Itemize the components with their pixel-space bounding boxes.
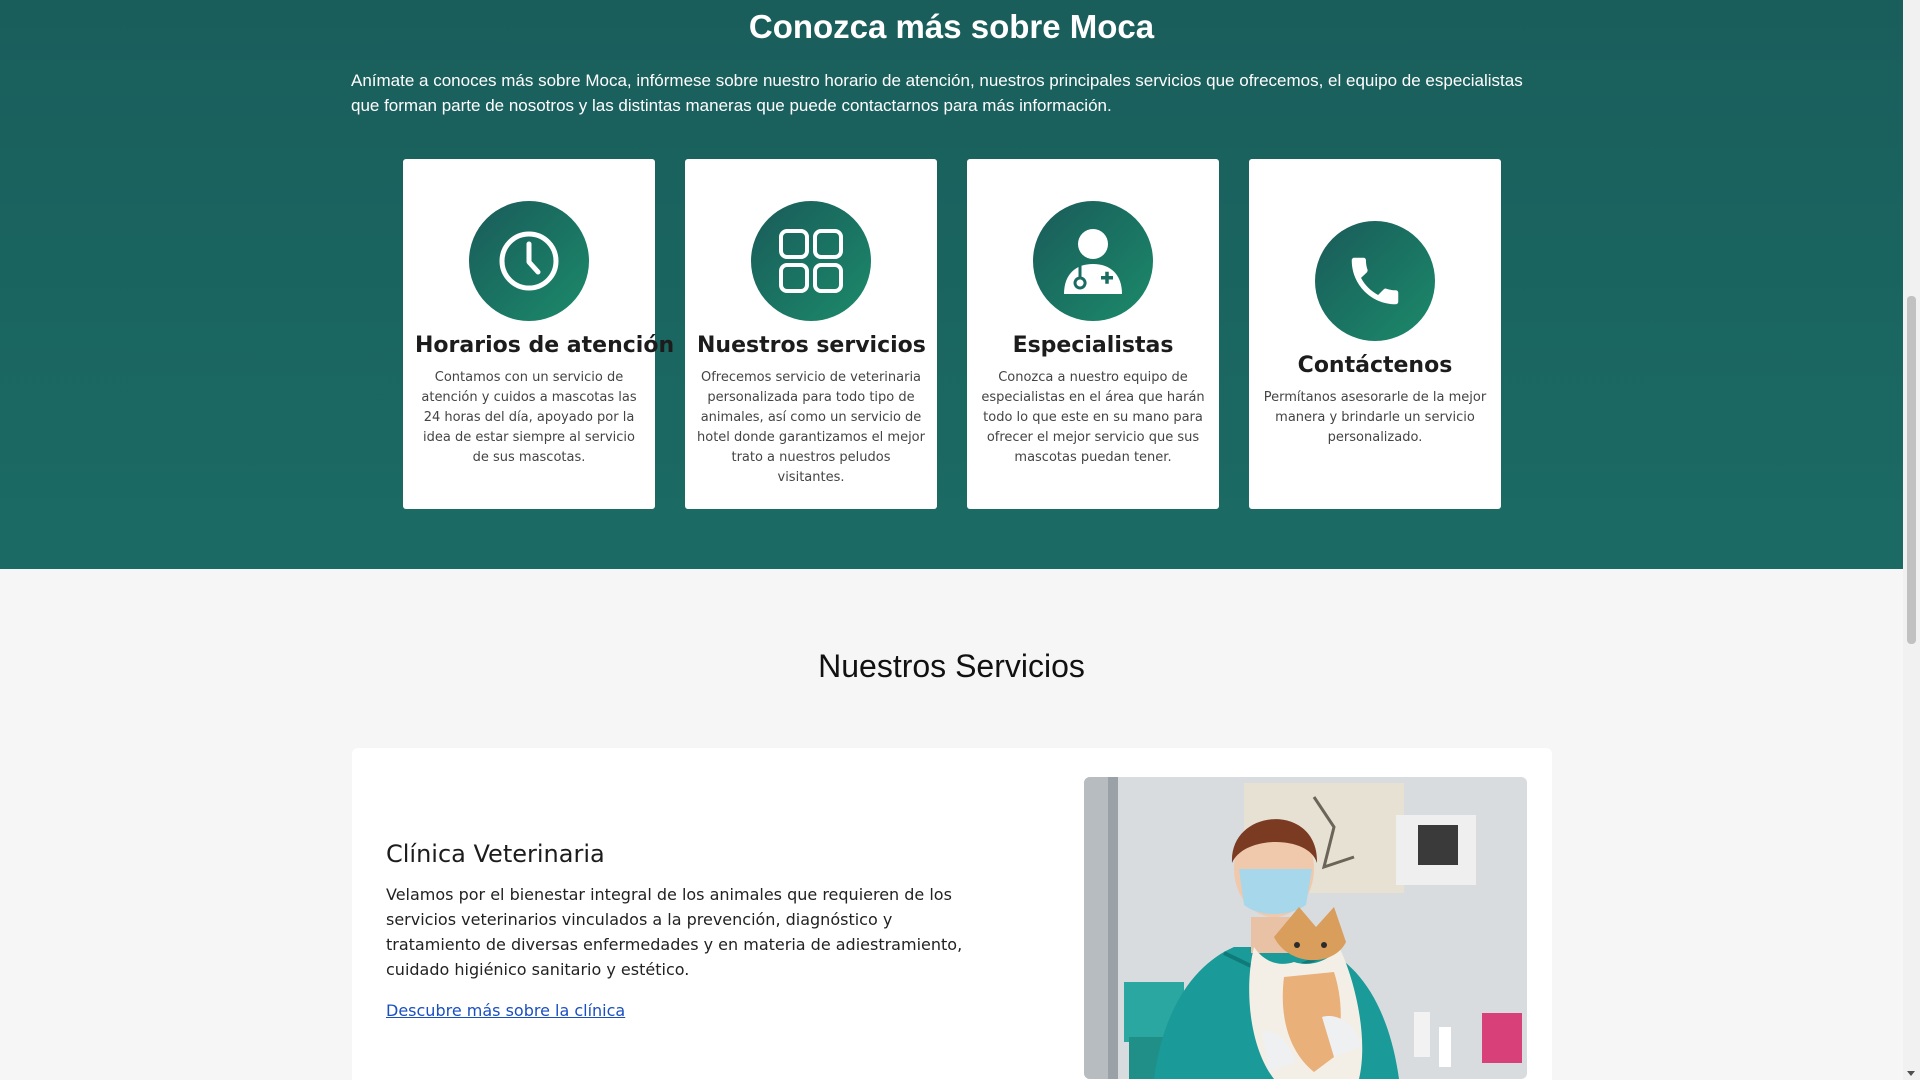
about-section: Conozca más sobre Moca Anímate a conoces… [0, 0, 1903, 569]
card-text: Permítanos asesorarle de la mejor manera… [1263, 390, 1487, 445]
about-title: Conozca más sobre Moca [748, 8, 1155, 45]
card-title: Nuestros servicios [697, 333, 926, 358]
services-title: Nuestros Servicios [818, 648, 1085, 684]
card-text: Contamos con un servicio de atención y c… [421, 370, 637, 465]
page-scrollbar[interactable] [1903, 0, 1920, 1080]
card-contact[interactable]: Contáctenos Permítanos asesorarle de la … [1249, 159, 1501, 509]
clock-icon [469, 201, 589, 321]
scroll-down-arrow-icon[interactable] [1907, 1071, 1915, 1076]
card-title: Contáctenos [1297, 353, 1453, 378]
page: Conozca más sobre Moca Anímate a conoces… [0, 0, 1903, 1080]
card-text: Conozca a nuestro equipo de especialista… [981, 370, 1205, 465]
service-title: Clínica Veterinaria [386, 840, 605, 868]
service-card-clinic: Clínica Veterinaria Velamos por el biene… [352, 748, 1552, 1080]
scrollbar-thumb[interactable] [1907, 296, 1916, 644]
phone-icon [1315, 221, 1435, 341]
card-text: Ofrecemos servicio de veterinaria person… [697, 370, 925, 485]
doctor-icon [1033, 201, 1153, 321]
card-services[interactable]: Nuestros servicios Ofrecemos servicio de… [685, 159, 937, 509]
service-description: Velamos por el bienestar integral de los… [386, 885, 963, 979]
clinic-link[interactable]: Descubre más sobre la clínica [386, 1001, 625, 1020]
card-title: Horarios de atención [415, 333, 675, 358]
card-title: Especialistas [1012, 333, 1174, 358]
card-specialists[interactable]: Especialistas Conozca a nuestro equipo d… [967, 159, 1219, 509]
grid-icon [751, 201, 871, 321]
about-description: Anímate a conoces más sobre Moca, infórm… [351, 71, 1523, 115]
vet-with-cat-photo [1084, 777, 1527, 1079]
card-schedule[interactable]: Horarios de atención Contamos con un ser… [403, 159, 675, 509]
